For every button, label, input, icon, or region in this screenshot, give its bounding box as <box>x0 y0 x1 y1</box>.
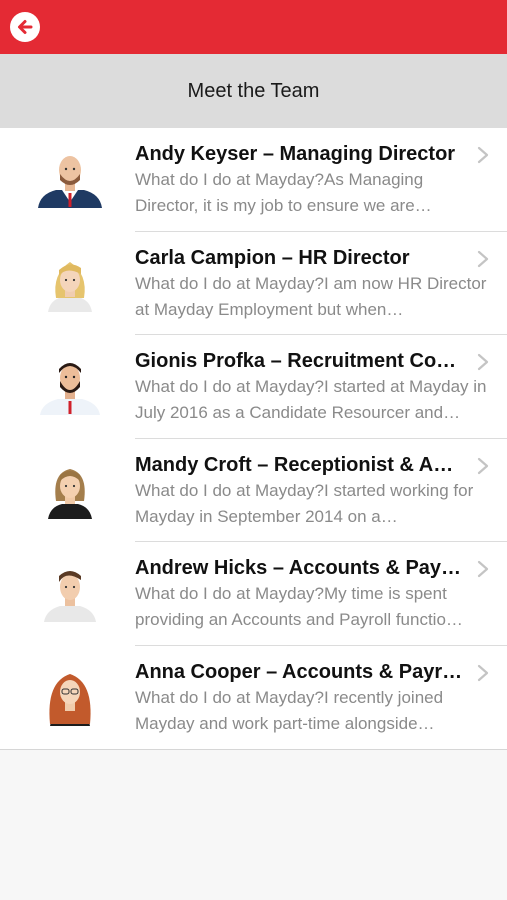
avatar <box>44 571 96 622</box>
team-member-row[interactable]: Mandy Croft – Receptionist & Ad… What do… <box>0 439 507 543</box>
arrow-left-icon <box>18 20 33 34</box>
member-description: What do I do at Mayday?I started working… <box>135 480 474 526</box>
team-member-row[interactable]: Andrew Hicks – Accounts & Payr… What do … <box>0 542 507 646</box>
team-member-row[interactable]: Anna Cooper – Accounts & Payroll What do… <box>0 646 507 750</box>
team-list: Andy Keyser – Managing Director What do … <box>0 128 507 750</box>
member-name: Carla Campion – HR Director <box>135 246 410 269</box>
page-title: Meet the Team <box>187 79 320 102</box>
avatar <box>40 363 100 415</box>
avatar <box>48 468 92 519</box>
member-name: Mandy Croft – Receptionist & Ad… <box>135 453 465 476</box>
avatar <box>49 673 91 726</box>
chevron-right-icon <box>477 353 489 371</box>
chevron-right-icon <box>477 560 489 578</box>
member-description: What do I do at Mayday?My time is spent … <box>135 584 463 629</box>
member-name: Andrew Hicks – Accounts & Payr… <box>135 557 465 579</box>
page-header: Meet the Team <box>0 54 507 128</box>
avatar <box>38 156 102 208</box>
team-member-row[interactable]: Carla Campion – HR Director What do I do… <box>0 232 507 336</box>
team-member-row[interactable]: Andy Keyser – Managing Director What do … <box>0 128 507 232</box>
back-button[interactable] <box>10 12 40 42</box>
avatar <box>48 261 92 312</box>
chevron-right-icon <box>477 664 489 681</box>
chevron-right-icon <box>477 250 489 267</box>
member-description: What do I do at Mayday?As Managing Direc… <box>135 170 432 215</box>
team-member-row[interactable]: Gionis Profka – Recruitment Con… What do… <box>0 335 507 439</box>
member-name: Andy Keyser – Managing Director <box>135 143 456 165</box>
top-bar <box>0 0 507 54</box>
chevron-right-icon <box>477 457 489 474</box>
member-name: Anna Cooper – Accounts & Payroll <box>135 660 465 683</box>
chevron-right-icon <box>477 146 489 164</box>
member-description: What do I do at Mayday?I started at Mayd… <box>135 377 487 422</box>
member-description: What do I do at Mayday?I am now HR Direc… <box>135 273 487 319</box>
member-name: Gionis Profka – Recruitment Con… <box>135 350 465 372</box>
member-description: What do I do at Mayday?I recently joined… <box>135 687 444 733</box>
